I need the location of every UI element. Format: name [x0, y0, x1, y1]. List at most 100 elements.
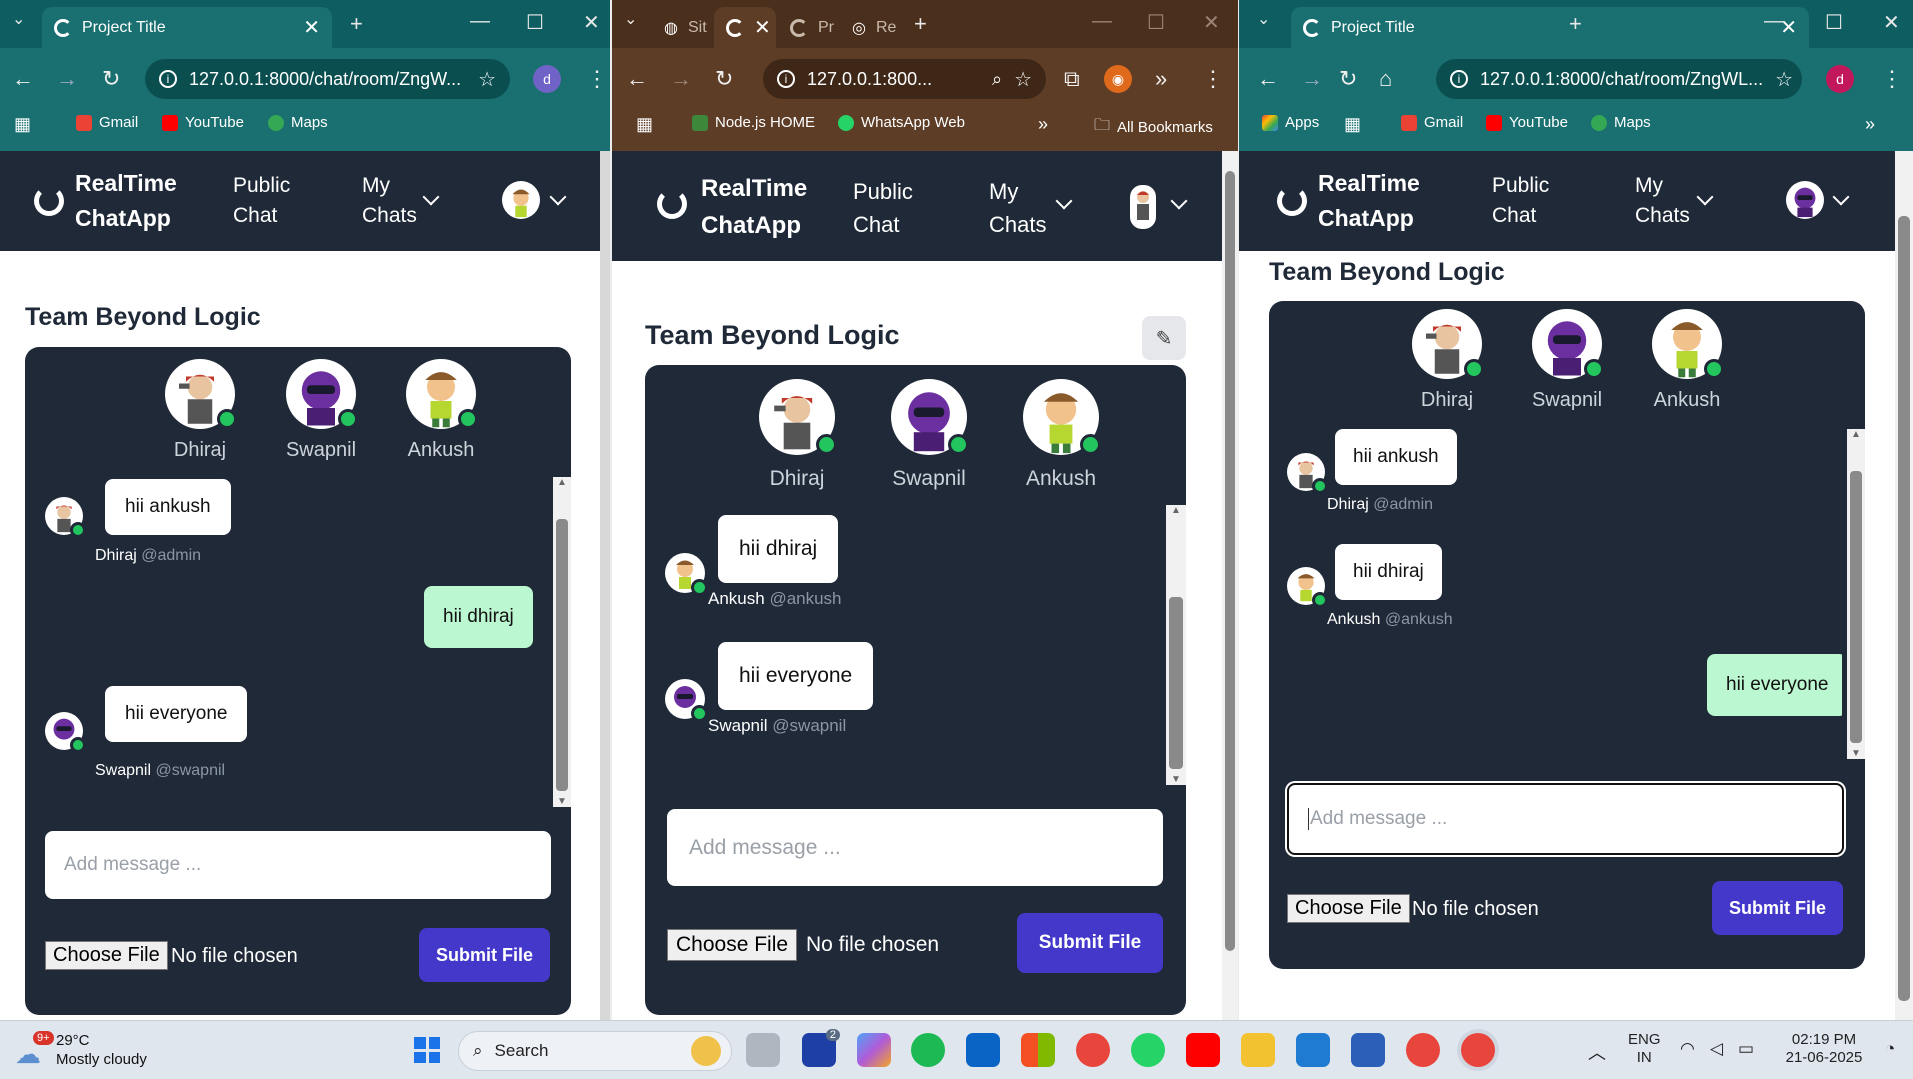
taskbar-search[interactable]: ⌕ Search [458, 1031, 732, 1071]
choose-file-button[interactable]: Choose File [1287, 894, 1410, 923]
task-view-icon[interactable] [746, 1033, 780, 1067]
submit-file-button[interactable]: Submit File [1712, 881, 1843, 935]
home-icon[interactable]: ⌂ [1379, 66, 1392, 92]
more-bookmarks-icon[interactable]: » [1038, 114, 1048, 135]
outlook-icon[interactable] [966, 1033, 1000, 1067]
vscode-icon[interactable] [1296, 1033, 1330, 1067]
member-ankush[interactable]: Ankush [383, 359, 499, 462]
close-tab-icon[interactable]: ✕ [303, 15, 320, 40]
close-window-icon[interactable]: ✕ [1203, 10, 1220, 35]
nav-my-chats[interactable]: My Chats [362, 171, 417, 231]
member-swapnil[interactable]: Swapnil [869, 379, 989, 491]
forward-icon[interactable]: → [56, 66, 78, 92]
chevron-down-icon[interactable] [1696, 188, 1714, 206]
message-scrollbar[interactable]: ▲ ▼ [553, 477, 571, 807]
tab-re[interactable]: ◎ Re [840, 7, 904, 48]
reload-icon[interactable]: ↻ [102, 66, 120, 92]
page-scrollbar-1[interactable] [600, 151, 610, 1020]
site-info-icon[interactable]: i [159, 70, 177, 88]
page-scrollbar-2[interactable] [1222, 151, 1238, 1020]
bookmark-star-icon[interactable]: ☆ [478, 67, 496, 92]
apps-grid-icon[interactable]: ▦ [14, 114, 31, 135]
new-tab-icon[interactable]: + [350, 13, 363, 35]
battery-icon[interactable]: ▭ [1738, 1039, 1754, 1059]
app-l-icon[interactable]: 2 [802, 1029, 840, 1067]
bookmark-gmail[interactable]: Gmail [76, 114, 138, 131]
back-icon[interactable]: ← [12, 66, 34, 92]
scroll-down-icon[interactable]: ▼ [1166, 774, 1186, 785]
message-input[interactable]: Add message ... [45, 831, 551, 899]
bookmark-nodejs[interactable]: Node.js HOME [692, 114, 815, 131]
scroll-up-icon[interactable]: ▲ [553, 477, 571, 488]
tab-pr[interactable]: Pr [778, 7, 838, 48]
bookmark-maps[interactable]: Maps [268, 114, 328, 131]
bookmark-whatsapp[interactable]: WhatsApp Web [838, 114, 965, 131]
page-scroll-thumb[interactable] [1225, 171, 1235, 951]
minimize-icon[interactable]: — [1764, 10, 1784, 33]
scroll-down-icon[interactable]: ▼ [553, 796, 571, 807]
submit-file-button[interactable]: Submit File [1017, 913, 1163, 973]
apps-grid-icon[interactable]: ▦ [1344, 114, 1361, 135]
bookmark-apps[interactable]: Apps [1262, 114, 1319, 131]
whatsapp-icon[interactable] [1131, 1033, 1165, 1067]
scroll-thumb[interactable] [1850, 471, 1862, 743]
edit-room-button[interactable]: ✎ [1142, 316, 1186, 360]
bookmark-youtube[interactable]: YouTube [1486, 114, 1568, 131]
wifi-icon[interactable]: ◠ [1680, 1039, 1695, 1059]
all-bookmarks[interactable]: 🗀 All Bookmarks [1094, 114, 1213, 141]
user-avatar[interactable] [1786, 181, 1824, 219]
notification-bell-icon[interactable]: ◔ [1885, 1039, 1895, 1059]
scroll-up-icon[interactable]: ▲ [1847, 429, 1865, 440]
profile-avatar[interactable]: d [533, 65, 561, 93]
page-scroll-thumb[interactable] [1898, 216, 1910, 1001]
close-window-icon[interactable]: ✕ [583, 10, 600, 35]
bookmark-maps[interactable]: Maps [1591, 114, 1651, 131]
reload-icon[interactable]: ↻ [715, 66, 733, 92]
tab-search-icon[interactable]: ⌄ [1257, 12, 1270, 28]
weather-widget[interactable]: ☁ 9+ [15, 1031, 54, 1069]
message-input[interactable]: Add message ... [1287, 783, 1844, 855]
start-icon[interactable] [410, 1033, 444, 1067]
chrome-profile-icon[interactable] [1406, 1033, 1440, 1067]
tab-site[interactable]: ◍ Sit [652, 7, 712, 48]
user-avatar[interactable] [502, 181, 540, 219]
tab-search-icon[interactable]: ⌄ [12, 12, 25, 28]
nav-my-chats[interactable]: My Chats [1635, 171, 1690, 231]
member-ankush[interactable]: Ankush [1001, 379, 1121, 491]
chevron-down-icon[interactable] [549, 188, 567, 206]
nav-my-chats[interactable]: My Chats [989, 175, 1046, 241]
address-bar[interactable]: i 127.0.0.1:800... ⌕ ☆ [763, 59, 1046, 99]
choose-file-button[interactable]: Choose File [667, 929, 798, 961]
address-bar[interactable]: i 127.0.0.1:8000/chat/room/ZngWL... ☆ [1436, 59, 1802, 99]
file-explorer-icon[interactable] [1241, 1033, 1275, 1067]
back-icon[interactable]: ← [1257, 66, 1279, 92]
extension-avatar[interactable]: ◉ [1104, 65, 1132, 93]
tab-search-icon[interactable]: ⌄ [624, 12, 637, 28]
scroll-down-icon[interactable]: ▼ [1847, 748, 1865, 759]
volume-icon[interactable]: ◁ [1710, 1039, 1723, 1059]
chrome-icon[interactable] [1076, 1033, 1110, 1067]
chevron-down-icon[interactable] [422, 188, 440, 206]
word-icon[interactable] [1351, 1033, 1385, 1067]
user-avatar[interactable] [1130, 185, 1156, 229]
bookmark-star-icon[interactable]: ☆ [1775, 67, 1793, 92]
maximize-icon[interactable]: ☐ [526, 10, 544, 35]
tab-project-title[interactable]: Project Title ✕ [42, 7, 332, 48]
scroll-thumb[interactable] [1169, 597, 1183, 769]
weather-text[interactable]: 29°C Mostly cloudy [56, 1031, 147, 1069]
brand[interactable]: RealTime ChatApp [701, 170, 807, 244]
nav-public-chat[interactable]: Public Chat [233, 171, 290, 231]
new-tab-icon[interactable]: + [914, 13, 927, 35]
message-scrollbar[interactable]: ▲ ▼ [1847, 429, 1865, 759]
brand[interactable]: RealTime ChatApp [75, 166, 177, 236]
member-swapnil[interactable]: Swapnil [263, 359, 379, 462]
more-extensions-icon[interactable]: » [1155, 66, 1167, 92]
copilot-icon[interactable] [857, 1033, 891, 1067]
chrome-active-icon[interactable] [1461, 1033, 1495, 1067]
minimize-icon[interactable]: — [470, 10, 490, 33]
scroll-up-icon[interactable]: ▲ [1166, 505, 1186, 516]
youtube-icon[interactable] [1186, 1033, 1220, 1067]
tab-active[interactable]: ✕ [714, 7, 776, 48]
tray-chevron-icon[interactable]: ︿ [1588, 1039, 1606, 1065]
tab-project-title[interactable]: Project Title ✕ [1291, 7, 1809, 48]
